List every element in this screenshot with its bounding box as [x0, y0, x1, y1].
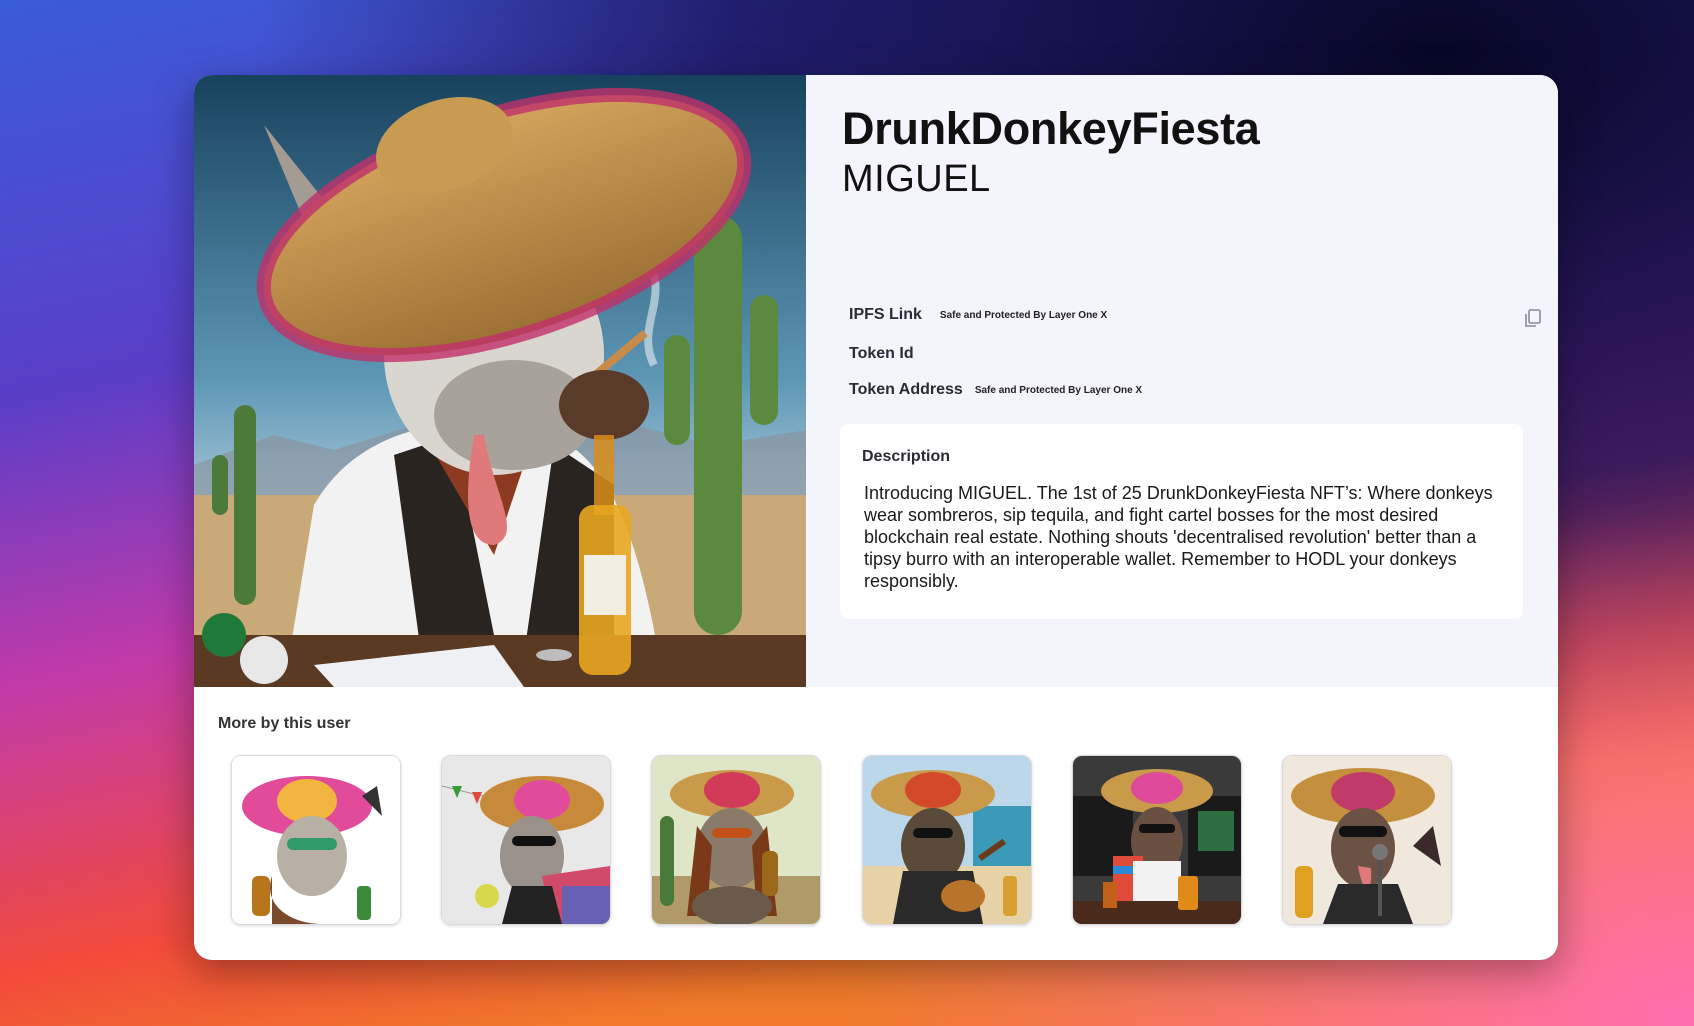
- token-address-label: Token Address: [849, 381, 963, 398]
- more-by-user-title: More by this user: [218, 715, 351, 732]
- donkey-thumbnail-image: [1283, 756, 1451, 924]
- description-title: Description: [862, 448, 951, 465]
- thumbnail-nft-4[interactable]: [862, 755, 1032, 925]
- donkey-thumbnail-image: [652, 756, 820, 924]
- copy-icon: [1525, 309, 1541, 327]
- nft-image[interactable]: [194, 75, 806, 687]
- copy-ipfs-button[interactable]: [1522, 307, 1544, 329]
- description-text: Introducing MIGUEL. The 1st of 25 DrunkD…: [864, 483, 1493, 591]
- thumbnail-nft-6[interactable]: [1282, 755, 1452, 925]
- description-box: Description Introducing MIGUEL. The 1st …: [840, 424, 1523, 619]
- thumbnail-nft-2[interactable]: [441, 755, 611, 925]
- thumbnail-nft-1[interactable]: [231, 755, 401, 925]
- token-id-row: Token Id: [849, 345, 914, 363]
- nft-detail-card: DrunkDonkeyFiesta MIGUEL IPFS Link Safe …: [194, 75, 1558, 960]
- collection-name: DrunkDonkeyFiesta: [842, 103, 1260, 154]
- token-address-value[interactable]: Safe and Protected By Layer One X: [975, 385, 1142, 396]
- token-address-row: Token Address Safe and Protected By Laye…: [849, 381, 1142, 399]
- ipfs-link-label: IPFS Link: [849, 306, 922, 323]
- donkey-thumbnail-image: [863, 756, 1031, 924]
- donkey-thumbnail-image: [232, 756, 400, 924]
- ipfs-link-row: IPFS Link Safe and Protected By Layer On…: [849, 306, 1107, 324]
- ipfs-link-value[interactable]: Safe and Protected By Layer One X: [940, 310, 1107, 321]
- donkey-sombrero-image: [194, 75, 806, 687]
- thumbnail-nft-3[interactable]: [651, 755, 821, 925]
- thumbnail-nft-5[interactable]: [1072, 755, 1242, 925]
- donkey-thumbnail-image: [442, 756, 610, 924]
- token-id-label: Token Id: [849, 345, 914, 362]
- token-name: MIGUEL: [842, 158, 991, 200]
- donkey-thumbnail-image: [1073, 756, 1241, 924]
- nft-info-panel: DrunkDonkeyFiesta MIGUEL IPFS Link Safe …: [806, 75, 1558, 687]
